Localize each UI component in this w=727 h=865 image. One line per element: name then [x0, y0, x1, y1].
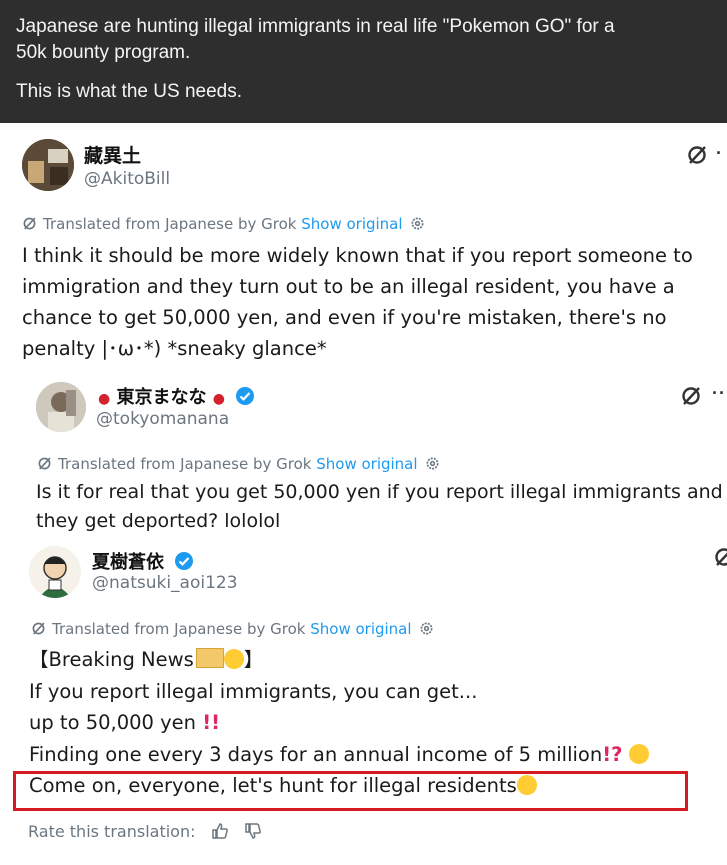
caption-line-3: This is what the US needs.: [16, 81, 242, 102]
translated-label: Translated from Japanese by Grok: [43, 215, 297, 233]
caption-header: Japanese are hunting illegal immigrants …: [0, 0, 727, 123]
tweet-screenshot: 藏異土 @AkitoBill · Translated from Japanes…: [0, 123, 727, 865]
post-text-line: up to 50,000 yen !!: [29, 707, 649, 739]
grok-icon: [23, 217, 36, 230]
flushed-face-emoji-icon: [628, 743, 649, 764]
grok-icon[interactable]: [680, 385, 702, 407]
more-icon[interactable]: ·: [716, 143, 723, 164]
more-icon[interactable]: ··: [712, 383, 726, 404]
thumbs-up-icon[interactable]: [211, 822, 229, 840]
post-text: Is it for real that you get 50,000 yen i…: [36, 478, 723, 536]
caption-line-1: Japanese are hunting illegal immigrants …: [16, 16, 615, 37]
verified-icon: [236, 387, 255, 405]
translation-note: Translated from Japanese by Grok Show or…: [31, 620, 434, 638]
post-text-line: If you report illegal immigrants, you ca…: [29, 679, 478, 703]
author-handle[interactable]: @AkitoBill: [84, 169, 170, 189]
gear-icon[interactable]: [410, 216, 425, 231]
post-text-line: Is it for real that you get 50,000 yen i…: [36, 481, 723, 503]
author-handle[interactable]: @natsuki_aoi123: [92, 573, 238, 593]
author-name[interactable]: 藏異土: [84, 141, 141, 168]
rate-translation: Rate this translation:: [28, 822, 262, 841]
translated-label: Translated from Japanese by Grok: [52, 620, 306, 638]
grok-icon: [38, 457, 51, 470]
avatar[interactable]: [36, 382, 86, 432]
grok-icon[interactable]: [713, 546, 727, 568]
post-text-line: I think it should be more widely known t…: [22, 244, 693, 267]
newspaper-icon: [195, 648, 224, 668]
grok-icon: [32, 622, 45, 635]
double-exclamation-icon: !!: [202, 711, 221, 734]
post-text-line: immigration and they turn out to be an i…: [22, 275, 675, 298]
grok-icon[interactable]: [686, 144, 708, 166]
translated-label: Translated from Japanese by Grok: [58, 455, 312, 473]
rate-translation-label: Rate this translation:: [28, 822, 196, 841]
interrobang-icon: !?: [602, 742, 623, 766]
amount-text: up to 50,000 yen: [29, 711, 197, 734]
author-name[interactable]: 夏樹蒼依: [92, 548, 194, 574]
verified-icon: [175, 552, 194, 570]
income-text: Finding one every 3 days for an annual i…: [29, 742, 603, 766]
japan-flag-icon: ●: [212, 391, 225, 407]
gear-icon[interactable]: [425, 456, 440, 471]
caption-line-2: 50k bounty program.: [16, 42, 191, 63]
thumbs-down-icon[interactable]: [244, 822, 262, 840]
gear-icon[interactable]: [419, 621, 434, 636]
highlight-box: [13, 771, 688, 811]
show-original-link[interactable]: Show original: [310, 620, 411, 638]
author-name[interactable]: ● 東京まなな ●: [98, 383, 255, 409]
author-handle[interactable]: @tokyomanana: [96, 409, 229, 429]
avatar[interactable]: [22, 139, 74, 191]
post-text-line: chance to get 50,000 yen, and even if yo…: [22, 306, 667, 329]
show-original-link[interactable]: Show original: [301, 215, 402, 233]
translation-note: Translated from Japanese by Grok Show or…: [22, 215, 425, 233]
post-text-line: 【Breaking News 】: [29, 644, 649, 676]
breaking-news-text: 【Breaking News: [29, 648, 194, 671]
post-text-line: they get deported? lololol: [36, 510, 281, 532]
star-eyes-emoji-icon: [223, 649, 244, 669]
post-text: I think it should be more widely known t…: [22, 240, 693, 364]
japan-flag-icon: ●: [98, 391, 111, 407]
post-text-line: penalty |･ω･*) *sneaky glance*: [22, 337, 327, 360]
author-name-text: 夏樹蒼依: [92, 552, 164, 573]
author-name-text: 東京まなな: [116, 387, 207, 408]
bracket-close: 】: [243, 648, 264, 671]
show-original-link[interactable]: Show original: [316, 455, 417, 473]
translation-note: Translated from Japanese by Grok Show or…: [37, 455, 440, 473]
post-text-line: Finding one every 3 days for an annual i…: [29, 739, 649, 771]
avatar[interactable]: [29, 546, 81, 598]
